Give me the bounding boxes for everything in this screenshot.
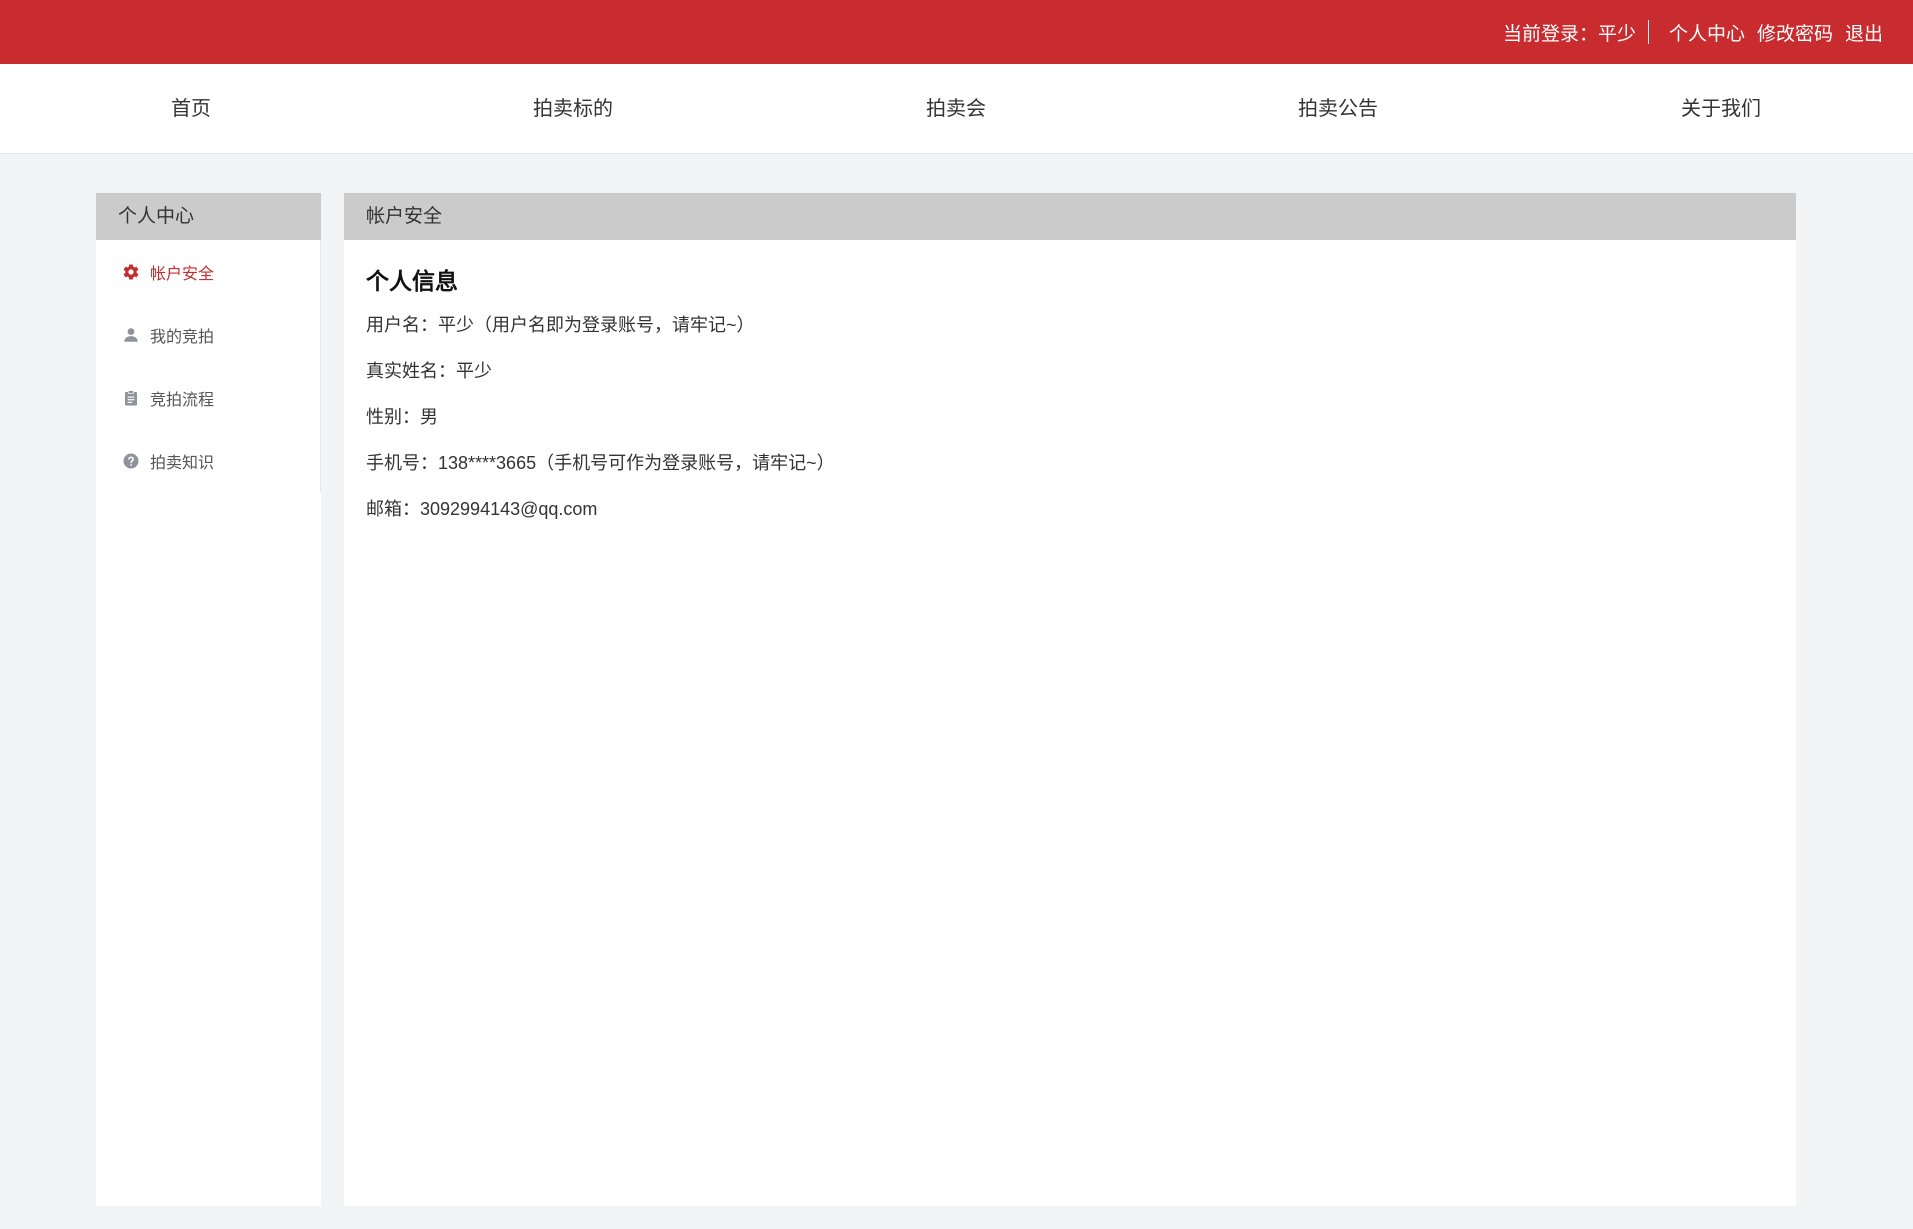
sidebar-item-auction-knowledge[interactable]: 拍卖知识	[96, 429, 320, 492]
panel-header: 帐户安全	[344, 193, 1796, 240]
username-row: 用户名：平少（用户名即为登录账号，请牢记~）	[366, 315, 755, 335]
main-panel: 帐户安全 个人信息 用户名：平少（用户名即为登录账号，请牢记~） 真实姓名：平少…	[344, 193, 1796, 1206]
sidebar-title: 个人中心	[96, 193, 321, 240]
topbar-divider	[1647, 20, 1649, 44]
current-login-label: 当前登录：平少	[1502, 23, 1636, 45]
sidebar-item-my-bids[interactable]: 我的竞拍	[96, 303, 320, 366]
nav-item-about-us[interactable]: 关于我们	[1681, 64, 1761, 154]
sidebar-menu: 帐户安全 我的竞拍 竞拍流程 拍卖知识	[96, 240, 321, 492]
nav-item-auctions[interactable]: 拍卖会	[926, 64, 986, 154]
sidebar-item-bidding-process[interactable]: 竞拍流程	[96, 366, 320, 429]
gender-row: 性别：男	[366, 407, 438, 427]
sidebar-item-account-security[interactable]: 帐户安全	[96, 240, 320, 303]
nav-item-auction-items[interactable]: 拍卖标的	[533, 64, 613, 154]
top-bar: 当前登录：平少 个人中心 修改密码 退出	[0, 0, 1913, 64]
nav-item-home[interactable]: 首页	[171, 64, 211, 154]
sidebar: 个人中心 帐户安全 我的竞拍 竞拍流程 拍卖知识	[96, 193, 321, 1206]
sidebar-item-label: 拍卖知识	[150, 454, 215, 472]
main-nav: 首页 拍卖标的 拍卖会 拍卖公告 关于我们	[0, 64, 1913, 154]
personal-center-link[interactable]: 个人中心	[1669, 19, 1745, 46]
email-row: 邮箱：3092994143@qq.com	[366, 499, 598, 519]
sidebar-item-label: 我的竞拍	[150, 328, 215, 346]
user-icon	[122, 326, 140, 344]
personal-info-section: 个人信息 用户名：平少（用户名即为登录账号，请牢记~） 真实姓名：平少 性别：男…	[344, 240, 1796, 563]
sidebar-item-label: 帐户安全	[150, 265, 215, 283]
section-title: 个人信息	[366, 268, 458, 294]
sidebar-item-label: 竞拍流程	[150, 391, 215, 409]
phone-row: 手机号：138****3665（手机号可作为登录账号，请牢记~）	[366, 453, 835, 473]
change-password-link[interactable]: 修改密码	[1757, 19, 1833, 46]
real-name-row: 真实姓名：平少	[366, 361, 492, 381]
logout-link[interactable]: 退出	[1845, 19, 1883, 46]
question-icon	[122, 452, 140, 470]
gear-icon	[122, 263, 140, 281]
clipboard-icon	[122, 389, 140, 407]
nav-item-announcements[interactable]: 拍卖公告	[1298, 64, 1378, 154]
